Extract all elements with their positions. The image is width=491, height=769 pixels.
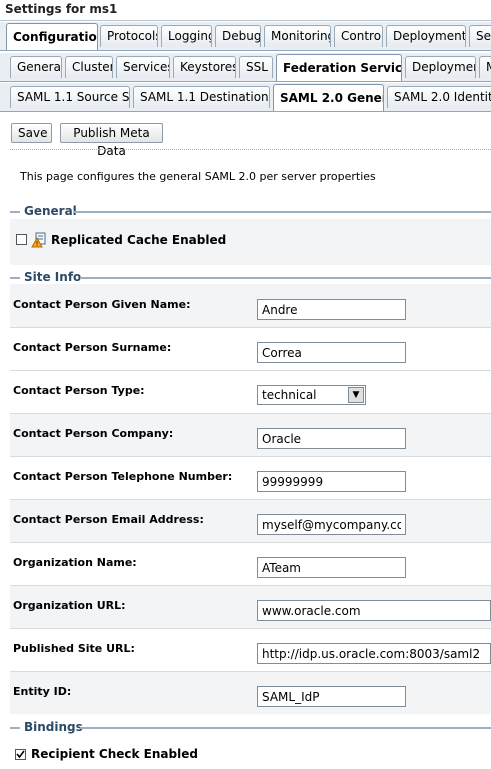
tab-general[interactable]: General	[10, 56, 62, 78]
tab-saml20-general[interactable]: SAML 2.0 General	[273, 84, 384, 111]
site-info-row-band	[10, 672, 491, 714]
email-input[interactable]	[257, 514, 406, 535]
org-name-input[interactable]	[257, 557, 406, 578]
window-title: Settings for ms1	[5, 2, 118, 16]
tab-services[interactable]: Services	[116, 56, 170, 78]
tab-ssl[interactable]: SSL	[239, 56, 273, 78]
contact-type-value: technical	[262, 388, 317, 402]
save-button[interactable]: Save	[11, 123, 52, 143]
company-label: Contact Person Company:	[13, 427, 174, 440]
row-divider	[10, 542, 491, 543]
replicated-cache-checkbox[interactable]	[16, 234, 27, 245]
site-info-section-tick	[10, 277, 20, 279]
org-url-label: Organization URL:	[13, 599, 126, 612]
tab-debug[interactable]: Debug	[215, 25, 261, 47]
given-name-label: Contact Person Given Name:	[13, 298, 191, 311]
contact-type-label: Contact Person Type:	[13, 384, 145, 397]
published-site-url-input[interactable]	[257, 643, 491, 664]
tab-saml11-source-site[interactable]: SAML 1.1 Source Site	[10, 86, 130, 108]
row-divider	[10, 370, 491, 371]
tab-saml20-identity-provider[interactable]: SAML 2.0 Identity Pr	[387, 86, 491, 108]
email-label: Contact Person Email Address:	[13, 513, 204, 526]
tab-services-truncated[interactable]: Serv	[469, 25, 491, 47]
tab-control[interactable]: Control	[334, 25, 383, 47]
tab-migration-truncated[interactable]: M	[479, 56, 491, 78]
tab-keystores[interactable]: Keystores	[173, 56, 236, 78]
window-title-bar: Settings for ms1	[0, 0, 491, 21]
entity-id-input[interactable]	[257, 686, 406, 707]
contact-type-select[interactable]: technical ▼	[257, 385, 366, 405]
tab-deployments[interactable]: Deployments	[386, 25, 466, 47]
publish-meta-data-button[interactable]: Publish Meta Data	[60, 123, 163, 158]
tab-monitoring[interactable]: Monitoring	[264, 25, 331, 47]
replicated-cache-label: Replicated Cache Enabled	[51, 233, 227, 247]
tab-cluster[interactable]: Cluster	[65, 56, 113, 78]
tab-deployment[interactable]: Deployment	[405, 56, 476, 78]
tab-row-federation: SAML 1.1 Source Site SAML 1.1 Destinatio…	[0, 83, 491, 112]
surname-label: Contact Person Surname:	[13, 341, 172, 354]
bindings-section-tick	[10, 727, 20, 729]
recipient-check-checkbox[interactable]	[15, 749, 26, 760]
company-input[interactable]	[257, 428, 406, 449]
general-section-tick	[10, 211, 20, 213]
dropdown-arrow-icon[interactable]: ▼	[348, 387, 364, 403]
tab-federation-services[interactable]: Federation Services	[276, 54, 402, 81]
row-divider	[10, 628, 491, 629]
general-section-title: General	[24, 204, 77, 218]
page-description: This page configures the general SAML 2.…	[20, 170, 376, 183]
site-info-section-title: Site Info	[24, 270, 82, 284]
telephone-input[interactable]	[257, 471, 406, 492]
dynamic-change-icon: !	[31, 232, 46, 248]
entity-id-label: Entity ID:	[13, 685, 72, 698]
site-info-section-line	[80, 277, 491, 279]
bindings-section-line	[80, 727, 491, 729]
org-name-label: Organization Name:	[13, 556, 137, 569]
recipient-check-label: Recipient Check Enabled	[31, 747, 198, 761]
tab-logging[interactable]: Logging	[161, 25, 212, 47]
published-site-url-label: Published Site URL:	[13, 642, 135, 655]
toolbar-separator	[10, 149, 491, 150]
tab-row-main: Configuration Protocols Logging Debug Mo…	[0, 22, 491, 51]
org-url-input[interactable]	[257, 600, 491, 621]
telephone-label: Contact Person Telephone Number:	[13, 470, 233, 483]
tab-row-sub: General Cluster Services Keystores SSL F…	[0, 53, 491, 82]
row-divider	[10, 456, 491, 457]
tab-protocols[interactable]: Protocols	[100, 25, 158, 47]
checkmark-icon	[16, 750, 25, 759]
surname-input[interactable]	[257, 342, 406, 363]
row-divider	[10, 327, 491, 328]
svg-text:!: !	[36, 240, 39, 248]
tab-saml11-destination-site[interactable]: SAML 1.1 Destination Site	[133, 86, 270, 108]
general-section-line	[74, 211, 491, 213]
given-name-input[interactable]	[257, 299, 406, 320]
tab-configuration[interactable]: Configuration	[6, 23, 98, 50]
bindings-section-title: Bindings	[24, 720, 83, 734]
